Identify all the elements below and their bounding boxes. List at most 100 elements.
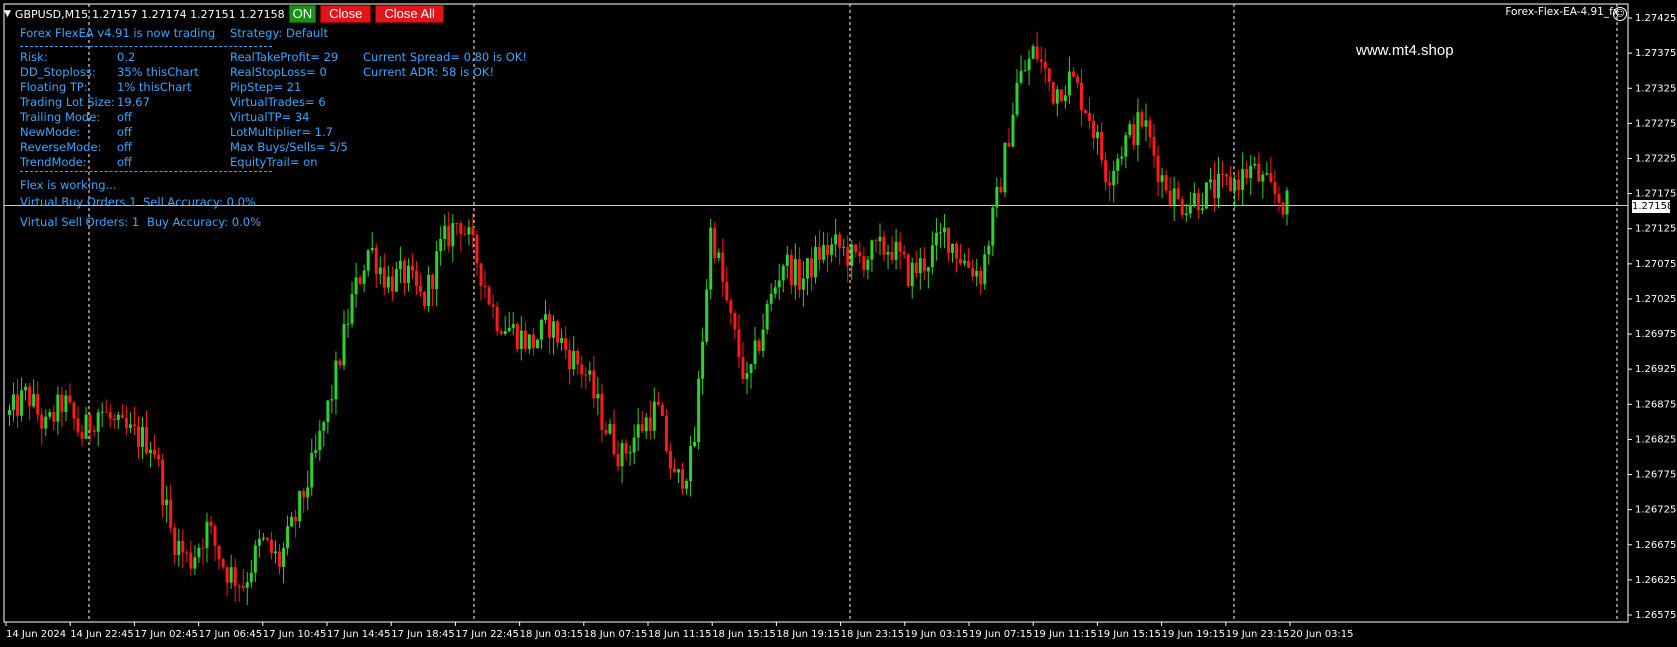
bull-candle	[439, 238, 443, 252]
bull-candle	[1063, 95, 1067, 102]
bull-candle	[298, 491, 302, 522]
ea-smiley-icon[interactable]: ☺	[1613, 7, 1627, 21]
x-tick-label: 17 Jun 22:45	[455, 629, 519, 640]
on-button[interactable]: ON	[288, 5, 317, 23]
bull-candle	[995, 186, 999, 208]
bear-candle	[668, 450, 672, 469]
bear-candle	[1221, 173, 1225, 175]
bear-candle	[419, 285, 423, 292]
bear-candle	[1132, 124, 1136, 146]
x-tick-label: 19 Jun 11:15	[1033, 629, 1097, 640]
bear-candle	[382, 267, 386, 288]
bear-candle	[463, 233, 467, 235]
bear-candle	[1079, 82, 1083, 111]
close-all-button[interactable]: Close All	[375, 5, 444, 23]
bull-candle	[128, 424, 132, 428]
bull-candle	[822, 245, 826, 260]
chart-window[interactable]: 1.27425 1.27375 1.27325 1.27275 1.27225 1.271…	[0, 0, 1677, 647]
bull-candle	[1249, 165, 1253, 179]
bull-candle	[32, 394, 36, 407]
bear-candle	[68, 395, 72, 403]
setting-label: NewMode:	[20, 125, 81, 139]
bear-candle	[265, 537, 269, 540]
bear-candle	[189, 552, 193, 569]
bear-candle	[721, 252, 725, 282]
x-tick-label: 17 Jun 14:45	[327, 629, 391, 640]
bear-candle	[209, 521, 213, 527]
bear-candle	[616, 454, 620, 467]
y-tick-label: 1.27225	[1635, 154, 1676, 165]
bear-candle	[237, 585, 241, 587]
bull-candle	[805, 258, 809, 279]
bear-candle	[120, 414, 124, 418]
bull-candle	[1023, 70, 1027, 72]
bull-candle	[543, 314, 547, 321]
bear-candle	[979, 270, 983, 285]
bull-candle	[261, 537, 265, 539]
x-tick-label: 18 Jun 23:15	[841, 629, 905, 640]
bear-candle	[874, 240, 878, 242]
bull-candle	[1019, 71, 1023, 83]
bull-candle	[705, 289, 709, 342]
bear-candle	[108, 412, 112, 419]
x-tick-label: 18 Jun 19:15	[776, 629, 840, 640]
bear-candle	[846, 247, 850, 267]
bull-candle	[467, 227, 471, 235]
bull-candle	[193, 557, 197, 569]
bull-candle	[507, 327, 511, 332]
bear-candle	[902, 251, 906, 255]
bear-candle	[914, 262, 918, 274]
y-tick-label: 1.27325	[1635, 83, 1676, 94]
x-tick-label: 20 Jun 03:15	[1290, 629, 1354, 640]
bull-candle	[539, 320, 543, 340]
bear-candle	[1100, 131, 1104, 161]
bull-candle	[140, 427, 144, 447]
bull-candle	[785, 254, 789, 266]
bear-candle	[1088, 113, 1092, 121]
setting-label: TrendMode:	[20, 155, 87, 169]
bull-candle	[346, 323, 350, 325]
y-tick-label: 1.26825	[1635, 434, 1676, 445]
bull-candle	[149, 449, 153, 454]
setting-label: Trailing Mode:	[20, 110, 101, 124]
bear-candle	[741, 357, 745, 380]
bear-candle	[1059, 89, 1063, 102]
bear-candle	[358, 277, 362, 284]
bull-candle	[12, 394, 16, 410]
bear-candle	[471, 227, 475, 235]
bear-candle	[672, 468, 676, 473]
bear-candle	[955, 244, 959, 259]
bull-candle	[24, 386, 28, 391]
bear-candle	[1047, 68, 1051, 83]
bull-candle	[745, 373, 749, 380]
bull-candle	[1261, 174, 1265, 182]
bull-candle	[632, 437, 636, 453]
bull-candle	[290, 516, 294, 527]
bear-candle	[1039, 59, 1043, 62]
bear-candle	[124, 417, 128, 428]
bull-candle	[975, 270, 979, 277]
bear-candle	[16, 394, 20, 416]
bull-candle	[793, 259, 797, 286]
bull-candle	[354, 277, 358, 295]
y-tick-label: 1.26725	[1635, 505, 1676, 516]
bear-candle	[217, 545, 221, 560]
bear-candle	[1273, 181, 1277, 194]
bear-candle	[169, 499, 173, 528]
y-tick-label: 1.27025	[1635, 294, 1676, 305]
bear-candle	[729, 300, 733, 314]
bear-candle	[757, 340, 761, 351]
bull-candle	[910, 262, 914, 287]
bull-candle	[177, 541, 181, 555]
bear-candle	[564, 338, 568, 350]
bull-candle	[1116, 158, 1120, 171]
dropdown-icon[interactable]: ▼	[4, 9, 11, 19]
bear-candle	[455, 223, 459, 225]
bear-candle	[72, 402, 76, 419]
bull-candle	[1055, 89, 1059, 104]
bull-candle	[519, 330, 523, 350]
bear-candle	[584, 374, 588, 376]
close-button[interactable]: Close	[320, 5, 372, 23]
bull-candle	[918, 258, 922, 274]
bear-candle	[1084, 110, 1088, 114]
